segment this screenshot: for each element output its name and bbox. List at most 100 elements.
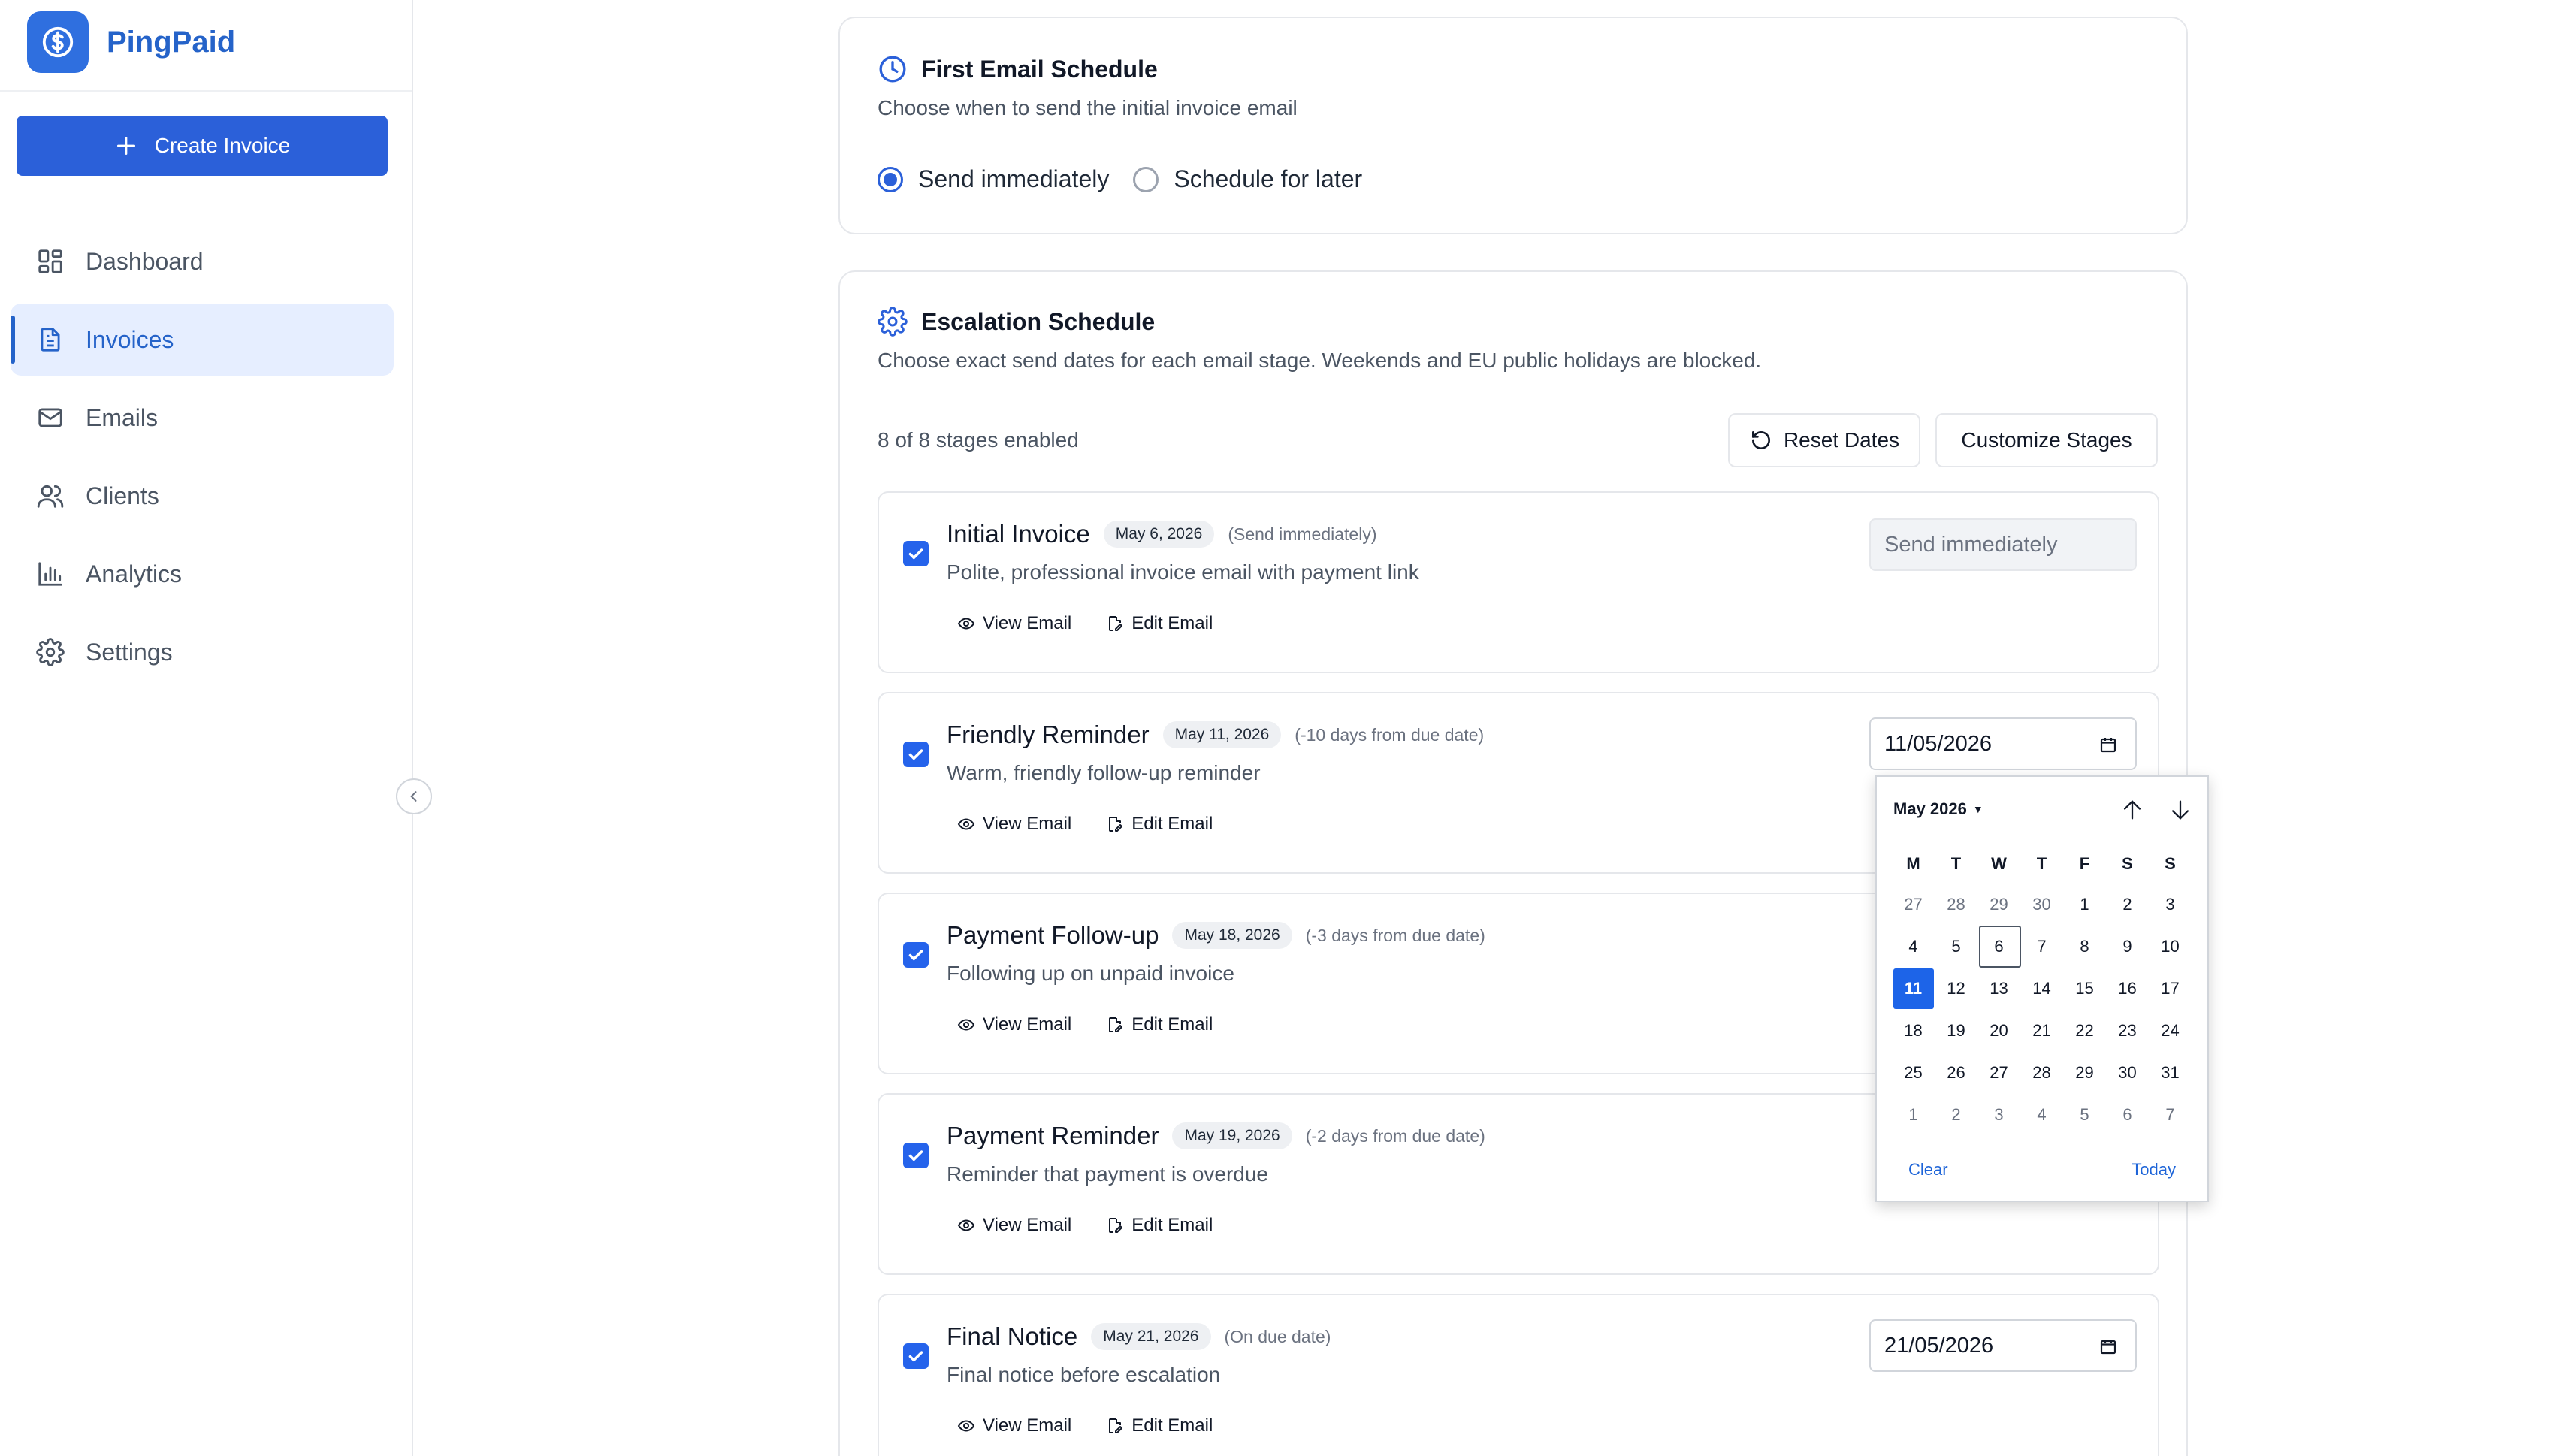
calendar-day[interactable]: 24 bbox=[2149, 1010, 2192, 1052]
stage-checkbox[interactable] bbox=[903, 1143, 929, 1168]
calendar-day[interactable]: 25 bbox=[1892, 1052, 1935, 1094]
previous-month-button[interactable] bbox=[2116, 793, 2149, 826]
calendar-icon[interactable] bbox=[2099, 1337, 2117, 1355]
brand[interactable]: PingPaid bbox=[27, 11, 235, 73]
sidebar-item-emails[interactable]: Emails bbox=[11, 382, 394, 454]
stage-checkbox[interactable] bbox=[903, 742, 929, 767]
day-number: 14 bbox=[2032, 979, 2051, 998]
calendar-day[interactable]: 17 bbox=[2149, 968, 2192, 1010]
users-icon bbox=[37, 485, 64, 508]
day-number: 15 bbox=[2075, 979, 2094, 998]
stage-offset: (-2 days from due date) bbox=[1305, 1125, 1485, 1146]
view-email-button[interactable]: View Email bbox=[957, 814, 1071, 835]
day-number: 19 bbox=[1947, 1021, 1965, 1040]
radio-button[interactable] bbox=[1133, 166, 1159, 192]
customize-stages-button[interactable]: Customize Stages bbox=[1935, 413, 2158, 467]
calendar-day-today[interactable]: 6 bbox=[1977, 926, 2021, 968]
send-date-input[interactable]: 11/05/2026 bbox=[1869, 717, 2137, 770]
calendar-grid: M T W T F S S 27 28 29 30 1 2 3 4 5 6 7 8 9 10 11 12 13 14 15 16 17… bbox=[1892, 844, 2192, 1136]
calendar-day[interactable]: 8 bbox=[2063, 926, 2106, 968]
stage-description: Warm, friendly follow-up reminder bbox=[947, 761, 1261, 784]
calendar-day[interactable]: 3 bbox=[2149, 884, 2192, 926]
stage-description: Polite, professional invoice email with … bbox=[947, 560, 1419, 584]
sidebar-item-invoices[interactable]: Invoices bbox=[11, 304, 394, 376]
calendar-day[interactable]: 10 bbox=[2149, 926, 2192, 968]
collapse-sidebar-button[interactable] bbox=[396, 778, 432, 814]
edit-email-button[interactable]: Edit Email bbox=[1106, 1415, 1213, 1436]
calendar-day-selected[interactable]: 11 bbox=[1892, 968, 1935, 1010]
calendar-day[interactable]: 2 bbox=[1935, 1094, 1977, 1136]
stage-checkbox[interactable] bbox=[903, 1343, 929, 1369]
calendar-day[interactable]: 27 bbox=[1892, 884, 1935, 926]
calendar-day[interactable]: 18 bbox=[1892, 1010, 1935, 1052]
edit-email-button[interactable]: Edit Email bbox=[1106, 1215, 1213, 1236]
calendar-day[interactable]: 9 bbox=[2106, 926, 2149, 968]
sidebar: PingPaid Create Invoice Dashboard Invoic… bbox=[0, 0, 413, 1456]
calendar-day[interactable]: 5 bbox=[1935, 926, 1977, 968]
send-date-input[interactable]: 21/05/2026 bbox=[1869, 1319, 2137, 1372]
calendar-day[interactable]: 1 bbox=[1892, 1094, 1935, 1136]
edit-email-button[interactable]: Edit Email bbox=[1106, 613, 1213, 634]
stage-checkbox[interactable] bbox=[903, 541, 929, 566]
calendar-day[interactable]: 4 bbox=[1892, 926, 1935, 968]
plus-icon bbox=[116, 137, 135, 155]
sidebar-item-dashboard[interactable]: Dashboard bbox=[11, 225, 394, 298]
view-email-button[interactable]: View Email bbox=[957, 1415, 1071, 1436]
calendar-day[interactable]: 22 bbox=[2063, 1010, 2106, 1052]
calendar-day[interactable]: 31 bbox=[2149, 1052, 2192, 1094]
calendar-day[interactable]: 1 bbox=[2063, 884, 2106, 926]
month-select[interactable]: May 2026 ▼ bbox=[1893, 799, 1983, 819]
edit-email-label: Edit Email bbox=[1131, 1415, 1213, 1436]
calendar-day[interactable]: 16 bbox=[2106, 968, 2149, 1010]
calendar-day[interactable]: 15 bbox=[2063, 968, 2106, 1010]
today-button[interactable]: Today bbox=[2132, 1160, 2176, 1180]
calendar-day[interactable]: 7 bbox=[2149, 1094, 2192, 1136]
edit-email-button[interactable]: Edit Email bbox=[1106, 814, 1213, 835]
calendar-day[interactable]: 23 bbox=[2106, 1010, 2149, 1052]
calendar-day[interactable]: 28 bbox=[2020, 1052, 2063, 1094]
calendar-day[interactable]: 30 bbox=[2020, 884, 2063, 926]
day-number: 26 bbox=[1947, 1063, 1965, 1082]
calendar-day[interactable]: 19 bbox=[1935, 1010, 1977, 1052]
day-number: 10 bbox=[2161, 937, 2180, 956]
clear-date-button[interactable]: Clear bbox=[1908, 1160, 1948, 1180]
escalation-title: Escalation Schedule bbox=[921, 307, 1156, 335]
view-email-button[interactable]: View Email bbox=[957, 1014, 1071, 1035]
calendar-day[interactable]: 2 bbox=[2106, 884, 2149, 926]
radio-schedule-later[interactable]: Schedule for later bbox=[1133, 165, 1362, 193]
calendar-day[interactable]: 30 bbox=[2106, 1052, 2149, 1094]
view-email-button[interactable]: View Email bbox=[957, 1215, 1071, 1236]
day-number: 4 bbox=[1908, 937, 1918, 956]
sidebar-item-analytics[interactable]: Analytics bbox=[11, 538, 394, 610]
calendar-day[interactable]: 3 bbox=[1977, 1094, 2020, 1136]
calendar-day[interactable]: 12 bbox=[1935, 968, 1977, 1010]
eye-icon bbox=[957, 1420, 975, 1432]
calendar-day[interactable]: 21 bbox=[2020, 1010, 2063, 1052]
date-value: 11/05/2026 bbox=[1884, 731, 1992, 756]
calendar-day[interactable]: 29 bbox=[1977, 884, 2020, 926]
calendar-day[interactable]: 4 bbox=[2020, 1094, 2063, 1136]
calendar-icon[interactable] bbox=[2099, 736, 2117, 754]
calendar-day[interactable]: 13 bbox=[1977, 968, 2020, 1010]
next-month-button[interactable] bbox=[2164, 793, 2197, 826]
stage-description: Final notice before escalation bbox=[947, 1363, 1221, 1386]
create-invoice-button[interactable]: Create Invoice bbox=[17, 116, 388, 176]
calendar-day[interactable]: 5 bbox=[2063, 1094, 2106, 1136]
calendar-day[interactable]: 29 bbox=[2063, 1052, 2106, 1094]
calendar-day[interactable]: 20 bbox=[1977, 1010, 2020, 1052]
radio-button[interactable] bbox=[878, 166, 903, 192]
edit-email-button[interactable]: Edit Email bbox=[1106, 1014, 1213, 1035]
calendar-day[interactable]: 27 bbox=[1977, 1052, 2020, 1094]
calendar-day[interactable]: 7 bbox=[2020, 926, 2063, 968]
radio-label: Schedule for later bbox=[1174, 165, 1363, 192]
calendar-day[interactable]: 26 bbox=[1935, 1052, 1977, 1094]
view-email-button[interactable]: View Email bbox=[957, 613, 1071, 634]
calendar-day[interactable]: 6 bbox=[2106, 1094, 2149, 1136]
calendar-day[interactable]: 14 bbox=[2020, 968, 2063, 1010]
sidebar-item-clients[interactable]: Clients bbox=[11, 460, 394, 532]
radio-send-immediately[interactable]: Send immediately bbox=[878, 165, 1109, 193]
calendar-day[interactable]: 28 bbox=[1935, 884, 1977, 926]
reset-dates-button[interactable]: Reset Dates bbox=[1728, 413, 1920, 467]
stage-checkbox[interactable] bbox=[903, 942, 929, 968]
sidebar-item-settings[interactable]: Settings bbox=[11, 616, 394, 688]
